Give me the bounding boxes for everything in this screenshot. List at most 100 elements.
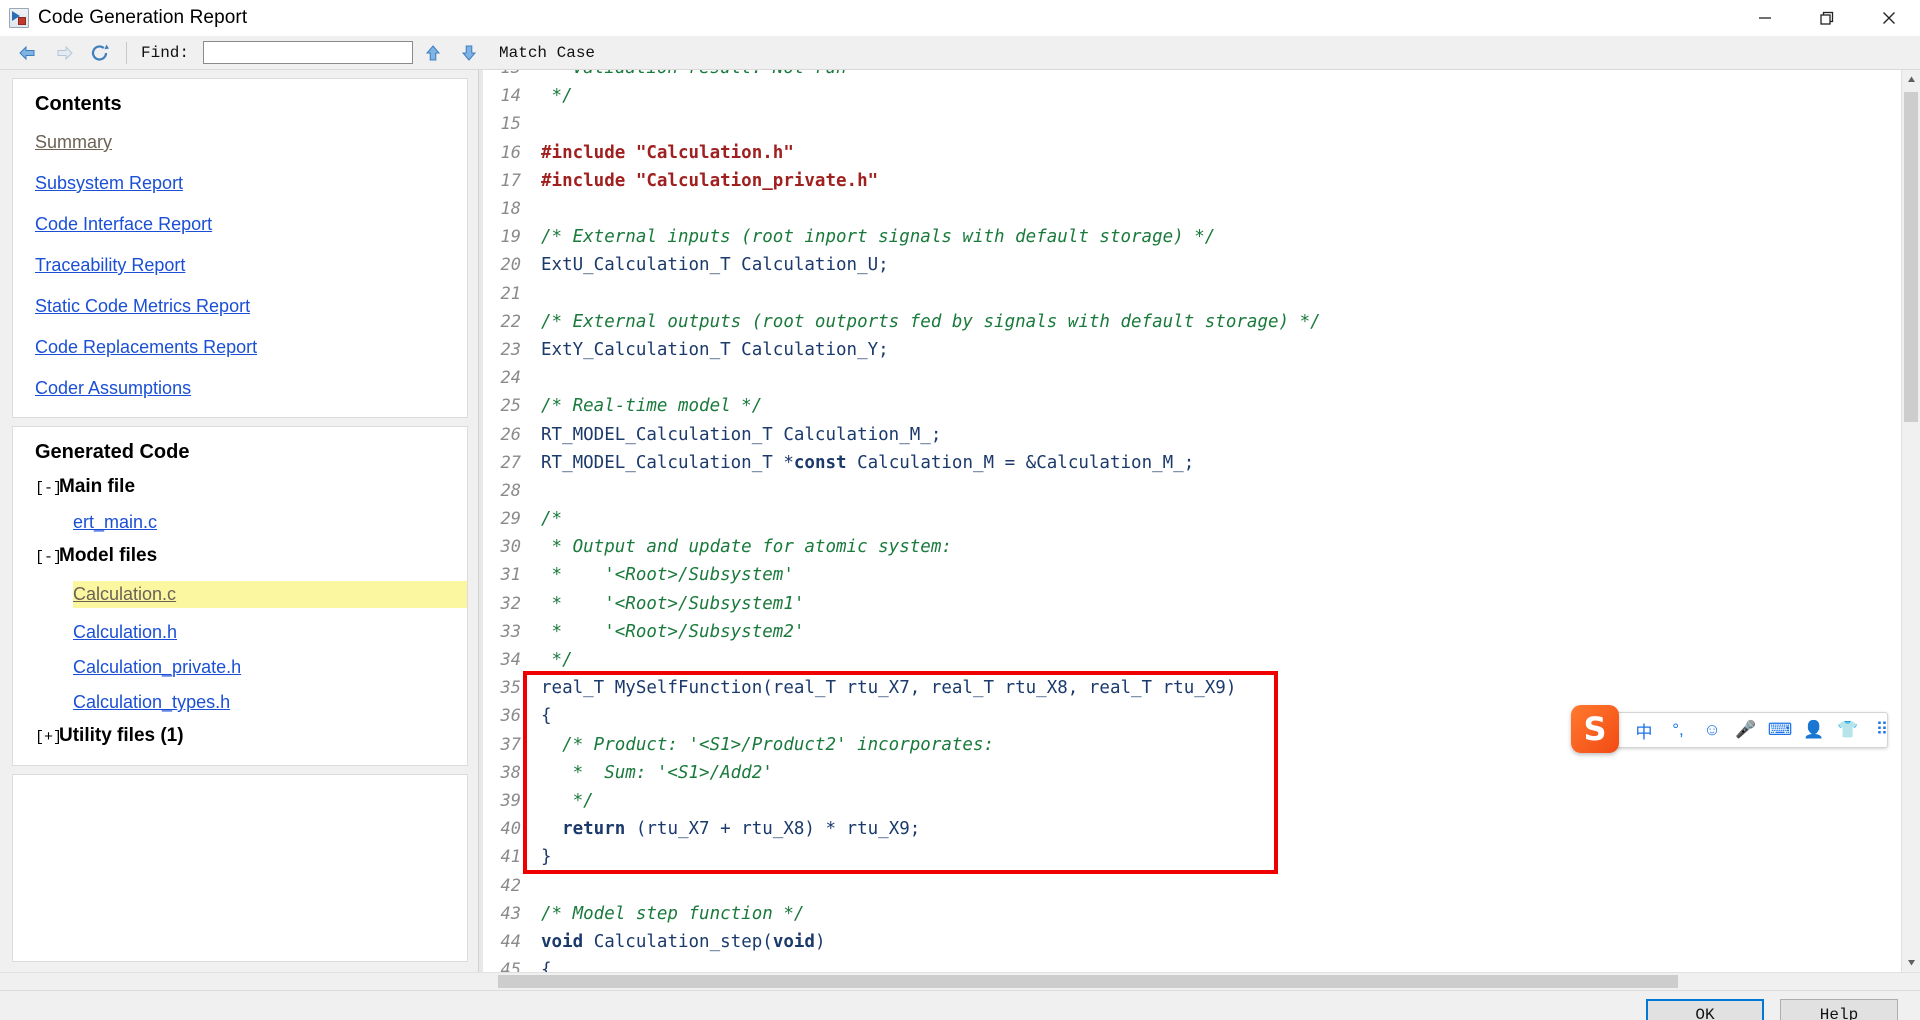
- code-token: const: [793, 452, 847, 473]
- more-grid-icon[interactable]: ⠿: [1865, 713, 1899, 747]
- tree-group-main-file[interactable]: [-] Main file: [35, 476, 447, 498]
- scroll-up-icon[interactable]: [1902, 70, 1920, 89]
- generated-code-panel: Generated Code [-] Main file ert_main.c [-]…: [12, 426, 468, 766]
- contents-link-static-code-metrics-report[interactable]: Static Code Metrics Report: [35, 296, 250, 317]
- code-token: (rtu_X7 + rtu_X8) * rtu_X9;: [625, 819, 921, 840]
- scroll-down-icon[interactable]: [1902, 953, 1920, 972]
- code-text: * '<Root>/Subsystem2': [541, 622, 805, 642]
- code-text: RT_MODEL_Calculation_T *const Calculatio…: [541, 453, 1194, 473]
- up-arrow-icon[interactable]: [417, 38, 449, 68]
- line-number: 17: [500, 170, 521, 191]
- close-icon[interactable]: [1858, 0, 1920, 36]
- user-icon[interactable]: 👤: [1797, 713, 1831, 747]
- vertical-scroll-thumb[interactable]: [1904, 92, 1918, 422]
- code-line: 39 */: [489, 787, 1901, 815]
- code-text: #include "Calculation_private.h": [541, 171, 878, 191]
- ime-item-list: 中 °, ☺ 🎤 ⌨ 👤 👕 ⠿: [1589, 713, 1899, 747]
- file-link-ert-main-c[interactable]: ert_main.c: [73, 512, 157, 533]
- file-link-calculation-h[interactable]: Calculation.h: [73, 622, 177, 643]
- contents-link-code-interface-report[interactable]: Code Interface Report: [35, 214, 212, 235]
- line-number: 43: [500, 903, 521, 924]
- file-link-calculation-types-h[interactable]: Calculation_types.h: [73, 692, 230, 713]
- file-link-label: Calculation.h: [73, 622, 178, 642]
- contents-link-summary[interactable]: Summary: [35, 132, 112, 153]
- restore-icon[interactable]: [1796, 0, 1858, 36]
- line-number: 21: [500, 283, 521, 304]
- contents-link-code-replacements-report[interactable]: Code Replacements Report: [35, 337, 257, 358]
- title-bar: Code Generation Report: [0, 0, 1920, 36]
- file-link-label: Calculation.c: [73, 584, 177, 604]
- code-line: 18: [489, 195, 1901, 223]
- line-number: 42: [500, 875, 521, 896]
- code-text: * '<Root>/Subsystem1': [541, 594, 805, 614]
- tree-group-model-files[interactable]: [-] Model files: [35, 545, 447, 567]
- code-text: */: [541, 86, 573, 106]
- search-input[interactable]: [203, 41, 414, 64]
- code-text: ExtU_Calculation_T Calculation_U;: [541, 255, 889, 275]
- skin-icon[interactable]: 👕: [1831, 713, 1865, 747]
- code-token: {: [541, 960, 552, 972]
- file-link-label: ert_main.c: [73, 512, 158, 532]
- help-button[interactable]: Help: [1780, 998, 1898, 1020]
- code-text: #include "Calculation.h": [541, 143, 794, 163]
- microphone-icon[interactable]: 🎤: [1729, 713, 1763, 747]
- code-token: }: [541, 847, 552, 868]
- file-link-calculation-private-h[interactable]: Calculation_private.h: [73, 657, 241, 678]
- line-number: 31: [500, 565, 521, 586]
- minimize-icon[interactable]: [1734, 0, 1796, 36]
- collapse-toggle-icon[interactable]: [-]: [35, 480, 62, 497]
- line-number: 18: [500, 199, 521, 220]
- hscroll-track[interactable]: [478, 973, 1920, 990]
- punctuation-mode-icon[interactable]: °,: [1661, 713, 1695, 747]
- code-line: 16 #include "Calculation.h": [489, 139, 1901, 167]
- code-line: 42: [489, 871, 1901, 899]
- code-text: * Output and update for atomic system:: [541, 537, 952, 557]
- report-icon: [9, 7, 29, 28]
- code-line: 28: [489, 477, 1901, 505]
- code-token: */: [541, 650, 573, 671]
- emoji-icon[interactable]: ☺: [1695, 713, 1729, 747]
- refresh-icon[interactable]: [82, 38, 118, 68]
- line-number: 39: [500, 790, 521, 811]
- horizontal-scroll-thumb[interactable]: [498, 975, 1678, 988]
- code-line: 14 */: [489, 82, 1901, 110]
- code-token: /* Product: '<S1>/Product2' incorporates…: [541, 734, 995, 755]
- code-text: return (rtu_X7 + rtu_X8) * rtu_X9;: [541, 819, 920, 839]
- code-token: #include "Calculation.h": [541, 142, 794, 163]
- expand-toggle-icon[interactable]: [+]: [35, 729, 62, 746]
- code-line: 41}: [489, 843, 1901, 871]
- window-controls: [1734, 0, 1920, 36]
- tree-group-label: Utility files (1): [59, 725, 184, 746]
- code-line: 44 void Calculation_step(void): [489, 928, 1901, 956]
- tree-group-utility-files-1[interactable]: [+] Utility files (1): [35, 725, 447, 747]
- hscroll-left-pad: [0, 973, 478, 990]
- forward-arrow-icon: [46, 38, 82, 68]
- line-number: 14: [500, 86, 521, 107]
- horizontal-scrollbar[interactable]: [0, 972, 1920, 990]
- line-number: 45: [500, 960, 521, 972]
- back-arrow-icon[interactable]: [10, 38, 46, 68]
- keyboard-icon[interactable]: ⌨: [1763, 713, 1797, 747]
- ok-button[interactable]: OK: [1646, 998, 1764, 1020]
- file-link-calculation-c[interactable]: Calculation.c: [73, 581, 467, 608]
- line-number: 23: [500, 339, 521, 360]
- code-token: */: [541, 86, 573, 107]
- code-scroll-area[interactable]: 13 Validation result: Not run14 */1516#i…: [479, 70, 1901, 972]
- code-token: return: [562, 819, 626, 840]
- code-token: void: [772, 931, 815, 952]
- contents-link-traceability-report[interactable]: Traceability Report: [35, 255, 185, 276]
- vertical-scrollbar[interactable]: [1901, 70, 1920, 972]
- chinese-mode-icon[interactable]: 中: [1627, 713, 1661, 747]
- contents-link-subsystem-report[interactable]: Subsystem Report: [35, 173, 183, 194]
- code-line: 33 * '<Root>/Subsystem2': [489, 618, 1901, 646]
- code-text: {: [541, 706, 552, 726]
- sogou-logo-icon[interactable]: S: [1571, 705, 1619, 753]
- contents-title: Contents: [35, 93, 122, 115]
- down-arrow-icon[interactable]: [453, 38, 485, 68]
- code-line: 25 /* Real-time model */: [489, 392, 1901, 420]
- contents-link-coder-assumptions[interactable]: Coder Assumptions: [35, 378, 191, 399]
- collapse-toggle-icon[interactable]: [-]: [35, 549, 62, 566]
- sogou-ime-toolbar[interactable]: S 中 °, ☺ 🎤 ⌨ 👤 👕 ⠿: [1571, 705, 1888, 753]
- match-case-label[interactable]: Match Case: [499, 44, 595, 62]
- line-number: 15: [500, 114, 521, 135]
